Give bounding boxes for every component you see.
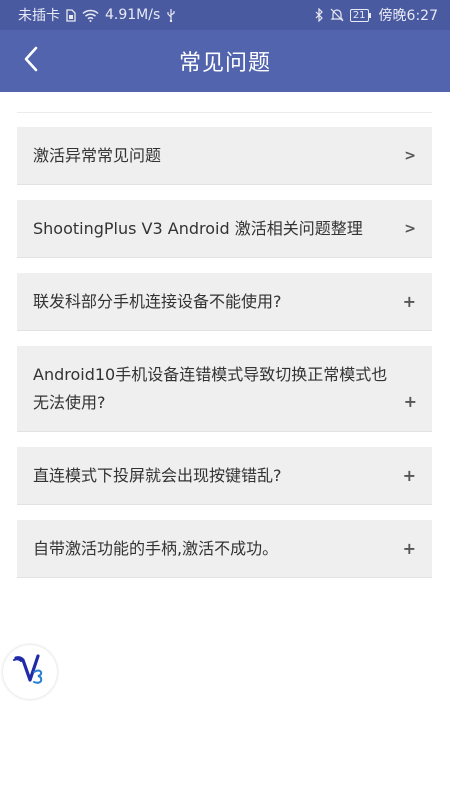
faq-item-label: Android10手机设备连错模式导致切换正常模式也无法使用? xyxy=(33,364,388,412)
expand-plus-icon: + xyxy=(402,292,416,311)
expand-plus-icon: + xyxy=(402,466,416,485)
expand-plus-icon: + xyxy=(403,392,417,411)
v3-logo-icon xyxy=(10,650,50,694)
sim-card-icon xyxy=(66,8,76,22)
status-right: 21 傍晚6:27 xyxy=(315,5,438,25)
usb-icon xyxy=(166,8,176,22)
faq-item-mediatek-phones[interactable]: 联发科部分手机连接设备不能使用? + xyxy=(17,273,432,331)
faq-item-label: ShootingPlus V3 Android 激活相关问题整理 xyxy=(33,218,363,238)
title-bar: 常见问题 xyxy=(0,30,450,92)
faq-item-activation-issues[interactable]: 激活异常常见问题 > xyxy=(17,127,432,185)
wifi-icon xyxy=(82,9,99,22)
faq-item-label: 自带激活功能的手柄,激活不成功。 xyxy=(33,538,279,558)
chevron-right-icon: > xyxy=(404,220,416,237)
carrier-text: 未插卡 xyxy=(18,8,60,24)
faq-item-label: 联发科部分手机连接设备不能使用? xyxy=(33,291,282,311)
expand-plus-icon: + xyxy=(402,539,416,558)
status-bar: 未插卡 4.91M/s 21 傍晚6:27 xyxy=(0,0,450,30)
floating-logo-button[interactable] xyxy=(3,645,57,699)
faq-list: 激活异常常见问题 > ShootingPlus V3 Android 激活相关问… xyxy=(17,112,432,593)
network-speed: 4.91M/s xyxy=(105,7,161,23)
faq-item-android10-mode[interactable]: Android10手机设备连错模式导致切换正常模式也无法使用? + xyxy=(17,346,432,432)
bluetooth-icon xyxy=(315,8,324,22)
faq-item-gamepad-activation[interactable]: 自带激活功能的手柄,激活不成功。 + xyxy=(17,520,432,578)
status-left: 未插卡 4.91M/s xyxy=(18,5,176,25)
page-title: 常见问题 xyxy=(178,51,271,76)
battery-indicator: 21 xyxy=(349,8,371,22)
clock: 傍晚6:27 xyxy=(378,8,438,24)
back-arrow-icon xyxy=(23,46,39,76)
faq-item-shootingplus-android[interactable]: ShootingPlus V3 Android 激活相关问题整理 > xyxy=(17,200,432,258)
faq-item-label: 激活异常常见问题 xyxy=(33,145,162,165)
chevron-right-icon: > xyxy=(404,147,416,164)
faq-item-direct-mode-casting[interactable]: 直连模式下投屏就会出现按键错乱? + xyxy=(17,447,432,505)
divider xyxy=(17,112,432,113)
bell-off-icon xyxy=(330,8,344,22)
back-button[interactable] xyxy=(14,44,48,78)
faq-item-label: 直连模式下投屏就会出现按键错乱? xyxy=(33,465,282,485)
